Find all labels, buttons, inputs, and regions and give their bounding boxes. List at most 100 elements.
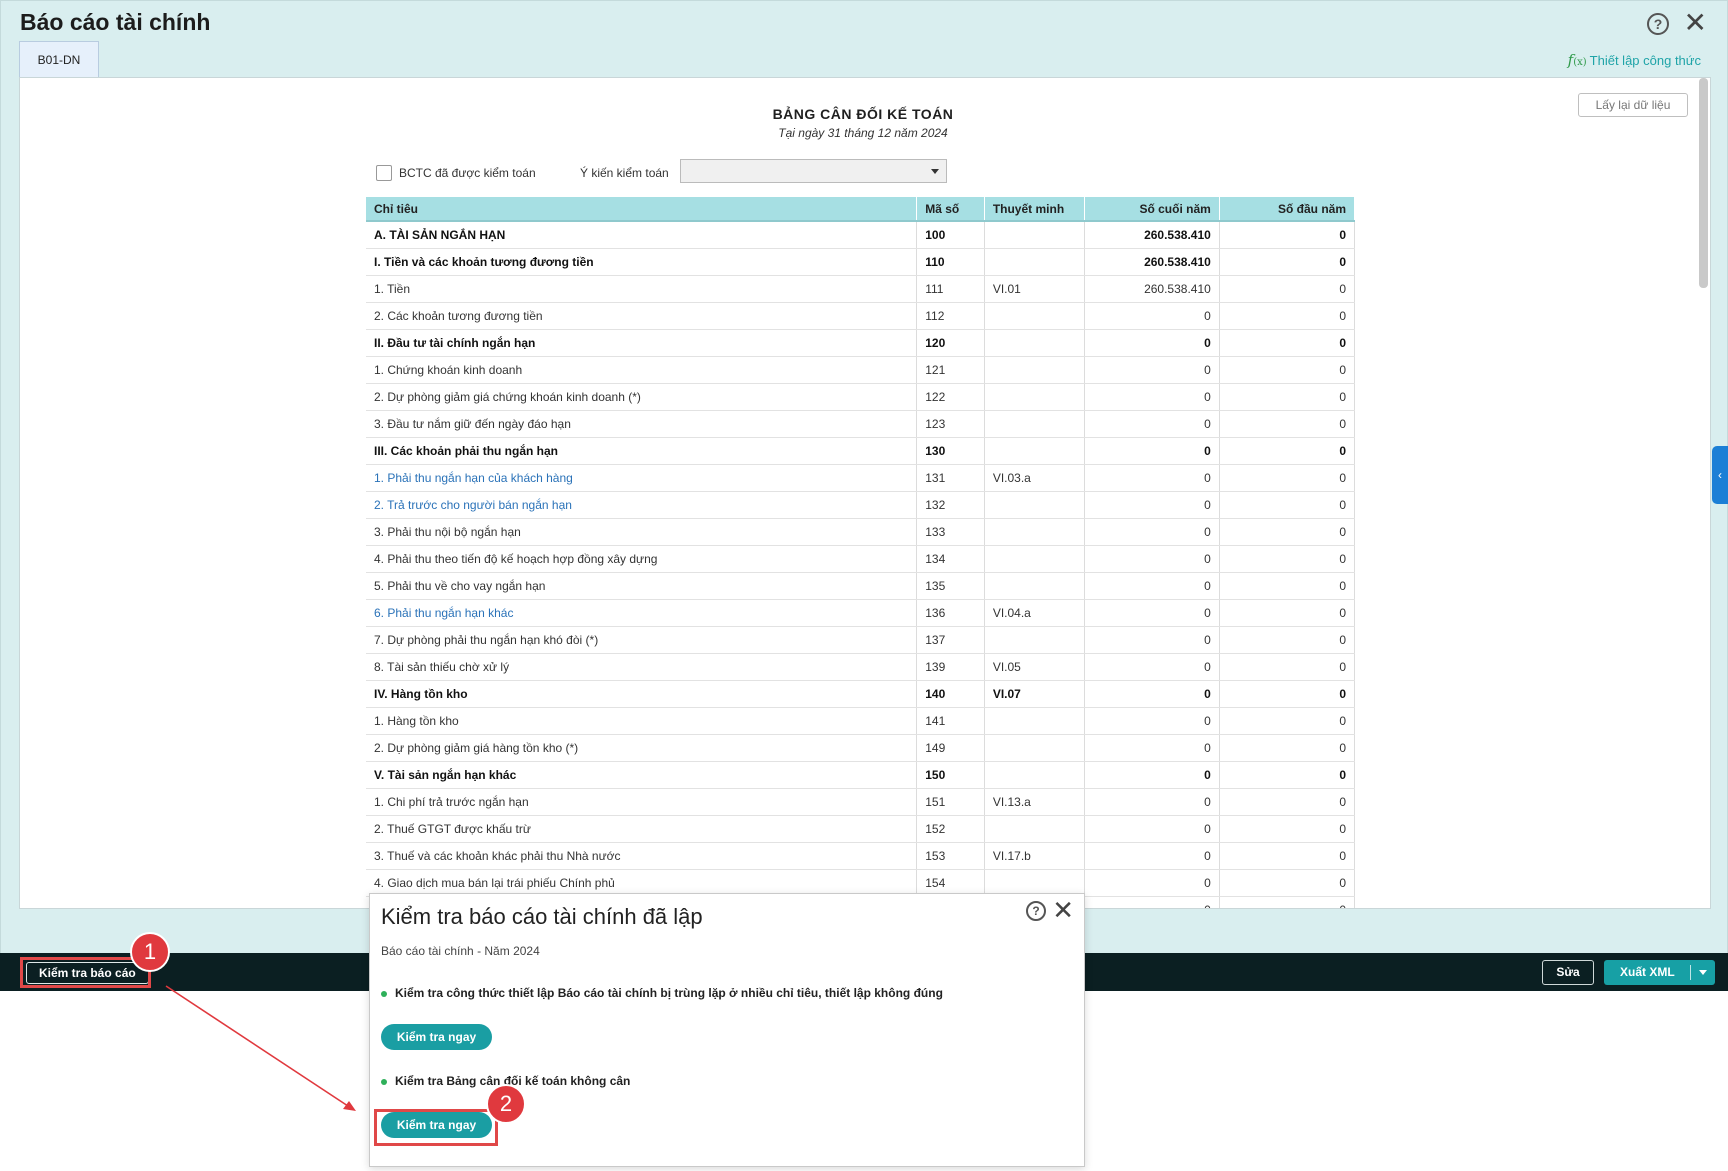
start-of-year-cell: 0 — [1219, 383, 1356, 411]
chevron-down-icon[interactable] — [1699, 970, 1707, 975]
code-cell: 112 — [916, 302, 985, 330]
indicator-cell: III. Các khoản phải thu ngắn hạn — [366, 437, 918, 465]
note-cell — [984, 437, 1085, 465]
start-of-year-cell: 0 — [1219, 680, 1356, 708]
code-cell: 139 — [916, 653, 985, 681]
split-divider — [1690, 965, 1691, 980]
table-row[interactable]: 1. Tiền 111 VI.01 260.538.410 0 — [366, 275, 1356, 303]
note-cell — [984, 572, 1085, 600]
check-item-formula: Kiểm tra công thức thiết lập Báo cáo tài… — [381, 986, 943, 1000]
table-row[interactable]: 3. Thuế và các khoản khác phải thu Nhà n… — [366, 842, 1356, 870]
table-row[interactable]: IV. Hàng tồn kho 140 VI.07 0 0 — [366, 680, 1356, 708]
table-row[interactable]: I. Tiền và các khoản tương đương tiền 110… — [366, 248, 1356, 276]
table-row[interactable]: 2. Thuế GTGT được khấu trừ 152 0 0 — [366, 815, 1356, 843]
table-row[interactable]: II. Đầu tư tài chính ngắn hạn 120 0 0 — [366, 329, 1356, 357]
indicator-cell: 5. Phải thu về cho vay ngắn hạn — [366, 572, 918, 600]
table-row[interactable]: 1. Chứng khoán kinh doanh 121 0 0 — [366, 356, 1356, 384]
start-of-year-cell: 0 — [1219, 653, 1356, 681]
code-cell: 123 — [916, 410, 985, 438]
table-row[interactable]: A. TÀI SẢN NGẮN HẠN 100 260.538.410 0 — [366, 221, 1356, 249]
start-of-year-cell: 0 — [1219, 869, 1356, 897]
note-cell: VI.13.a — [984, 788, 1085, 816]
indicator-cell: II. Đầu tư tài chính ngắn hạn — [366, 329, 918, 357]
table-row[interactable]: III. Các khoản phải thu ngắn hạn 130 0 0 — [366, 437, 1356, 465]
table-row[interactable]: 7. Dự phòng phải thu ngắn hạn khó đòi (*… — [366, 626, 1356, 654]
table-row[interactable]: 3. Đầu tư nắm giữ đến ngày đáo hạn 123 0 0 — [366, 410, 1356, 438]
code-cell: 111 — [916, 275, 985, 303]
close-icon[interactable]: ✕ — [1684, 9, 1707, 37]
indicator-cell: 4. Phải thu theo tiến độ kế hoạch hợp đồ… — [366, 545, 918, 573]
indicator-cell: 1. Chứng khoán kinh doanh — [366, 356, 918, 384]
formula-icon: f(x) — [1567, 51, 1587, 69]
end-of-year-cell: 0 — [1084, 788, 1220, 816]
export-xml-button[interactable]: Xuất XML — [1604, 960, 1715, 985]
chevron-down-icon — [931, 169, 939, 174]
end-of-year-cell: 0 — [1084, 761, 1220, 789]
note-cell: VI.01 — [984, 275, 1085, 303]
report-content: Lấy lại dữ liệu BẢNG CÂN ĐỐI KẾ TOÁN Tại… — [19, 77, 1711, 909]
help-icon[interactable]: ? — [1647, 13, 1669, 35]
audited-label: BCTC đã được kiểm toán — [399, 166, 536, 180]
note-cell: VI.05 — [984, 653, 1085, 681]
note-cell: VI.04.a — [984, 599, 1085, 627]
help-icon[interactable]: ? — [1026, 901, 1046, 921]
note-cell — [984, 248, 1085, 276]
side-panel-toggle[interactable]: ‹ — [1712, 446, 1728, 504]
code-cell: 120 — [916, 329, 985, 357]
start-of-year-cell: 0 — [1219, 302, 1356, 330]
step-2-badge: 2 — [486, 1084, 526, 1124]
table-row[interactable]: 2. Các khoản tương đương tiền 112 0 0 — [366, 302, 1356, 330]
audit-opinion-select[interactable] — [680, 159, 947, 183]
report-date: Tại ngày 31 tháng 12 năm 2024 — [778, 126, 948, 140]
end-of-year-cell: 0 — [1084, 437, 1220, 465]
indicator-cell: 6. Phải thu ngắn hạn khác — [366, 599, 918, 627]
indicator-cell: 1. Phải thu ngắn hạn của khách hàng — [366, 464, 918, 492]
start-of-year-cell: 0 — [1219, 248, 1356, 276]
check-now-button-formula[interactable]: Kiểm tra ngay — [381, 1024, 492, 1050]
table-row[interactable]: 1. Hàng tồn kho 141 0 0 — [366, 707, 1356, 735]
code-cell: 132 — [916, 491, 985, 519]
note-cell: VI.03.a — [984, 464, 1085, 492]
end-of-year-cell: 0 — [1084, 545, 1220, 573]
header-start-of-year: Số đầu năm — [1219, 197, 1356, 222]
report-title: BẢNG CÂN ĐỐI KẾ TOÁN — [772, 106, 954, 122]
note-cell — [984, 518, 1085, 546]
indicator-cell: 1. Tiền — [366, 275, 918, 303]
table-row[interactable]: 4. Phải thu theo tiến độ kế hoạch hợp đồ… — [366, 545, 1356, 573]
end-of-year-cell: 0 — [1084, 842, 1220, 870]
table-row[interactable]: V. Tài sản ngắn hạn khác 150 0 0 — [366, 761, 1356, 789]
table-row[interactable]: 5. Phải thu về cho vay ngắn hạn 135 0 0 — [366, 572, 1356, 600]
indicator-cell: IV. Hàng tồn kho — [366, 680, 918, 708]
note-cell — [984, 356, 1085, 384]
financial-report-window: Báo cáo tài chính ? ✕ B01-DN f(x) Thiết l… — [0, 0, 1728, 991]
note-cell — [984, 302, 1085, 330]
start-of-year-cell: 0 — [1219, 356, 1356, 384]
table-row[interactable]: 8. Tài sản thiếu chờ xử lý 139 VI.05 0 0 — [366, 653, 1356, 681]
table-row[interactable]: 1. Chi phí trả trước ngắn hạn 151 VI.13.a 0… — [366, 788, 1356, 816]
table-row[interactable]: 3. Phải thu nội bộ ngắn hạn 133 0 0 — [366, 518, 1356, 546]
table-row[interactable]: 6. Phải thu ngắn hạn khác 136 VI.04.a 0 0 — [366, 599, 1356, 627]
header-indicator: Chỉ tiêu — [366, 197, 918, 222]
indicator-cell: I. Tiền và các khoản tương đương tiền — [366, 248, 918, 276]
table-row[interactable]: 4. Giao dịch mua bán lại trái phiếu Chín… — [366, 869, 1356, 897]
tab-b01-dn[interactable]: B01-DN — [19, 41, 99, 77]
table-row[interactable]: 1. Phải thu ngắn hạn của khách hàng 131 VI… — [366, 464, 1356, 492]
code-cell: 134 — [916, 545, 985, 573]
end-of-year-cell: 0 — [1084, 599, 1220, 627]
table-row[interactable]: 2. Trả trước cho người bán ngắn hạn 132 0 0 — [366, 491, 1356, 519]
header-note: Thuyết minh — [984, 197, 1085, 222]
indicator-cell: 1. Hàng tồn kho — [366, 707, 918, 735]
arrow-line — [165, 985, 352, 1109]
formula-setup-link[interactable]: f(x) Thiết lập công thức — [1568, 51, 1701, 69]
start-of-year-cell: 0 — [1219, 275, 1356, 303]
indicator-cell: V. Tài sản ngắn hạn khác — [366, 761, 918, 789]
table-header-row: Chỉ tiêu Mã số Thuyết minh Số cuối năm S… — [366, 197, 1356, 222]
close-icon[interactable]: ✕ — [1052, 896, 1074, 924]
table-row[interactable]: 2. Dự phòng giảm giá chứng khoán kinh do… — [366, 383, 1356, 411]
table-row[interactable]: 2. Dự phòng giảm giá hàng tồn kho (*) 149… — [366, 734, 1356, 762]
end-of-year-cell: 0 — [1084, 680, 1220, 708]
edit-button[interactable]: Sửa — [1542, 960, 1594, 985]
code-cell: 133 — [916, 518, 985, 546]
indicator-cell: 2. Thuế GTGT được khấu trừ — [366, 815, 918, 843]
audited-checkbox[interactable] — [376, 165, 392, 181]
